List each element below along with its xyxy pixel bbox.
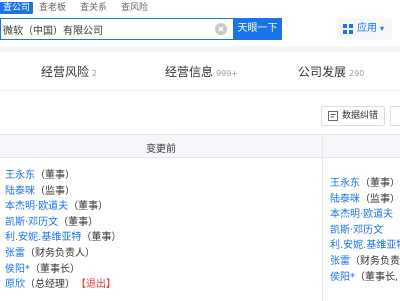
person-name[interactable]: 侯阳*: [5, 264, 30, 275]
person-role: （董事）: [35, 170, 75, 181]
table-header: 变更前: [0, 135, 400, 158]
header-before: 变更前: [146, 144, 176, 155]
apps-label: 应用: [357, 23, 377, 34]
clear-icon[interactable]: [215, 23, 227, 35]
person-role: （总经理）: [25, 279, 75, 291]
column-divider: [322, 135, 323, 301]
grid-icon: [343, 24, 353, 34]
chevron-down-icon: ▾: [380, 24, 385, 33]
person-role: （董事）: [81, 232, 122, 244]
person-role: （财务负责人）: [25, 247, 95, 259]
search-box: [0, 18, 233, 40]
person-role: （董事长,: [355, 271, 399, 283]
tab-count: 2: [92, 69, 98, 78]
person-role: （财务负责: [350, 255, 400, 267]
search-input[interactable]: [1, 19, 203, 40]
search-bar: 天眼一下 应用 ▾: [0, 16, 400, 42]
tab-count: 999+: [216, 69, 238, 78]
person-name[interactable]: 凯斯·邓历文: [5, 217, 58, 228]
person-name[interactable]: 凯斯·邓历文: [330, 225, 383, 236]
tab-risk[interactable]: 查风险: [121, 3, 148, 13]
tab-count: 290: [349, 69, 365, 78]
person-role: （董事）: [68, 201, 109, 213]
list-item: 张雷（财务负责人）: [5, 246, 121, 262]
after-column: 王永东（董事） 陆泰咪（监事） 本杰明·欧道夫 凯斯·邓历文 利.安妮.基维亚特…: [330, 176, 400, 285]
search-button[interactable]: 天眼一下: [233, 18, 282, 40]
list-item: 王永东（董事）: [5, 168, 121, 184]
list-item: 利.安妮.基维亚特: [330, 238, 400, 254]
person-role: （监事）: [360, 193, 400, 205]
report-icon: [328, 111, 338, 121]
report-error-label: 数据纠错: [342, 111, 379, 121]
toolbar: 数据纠错: [0, 92, 400, 130]
list-item: 侯阳*（董事长,: [330, 270, 400, 286]
list-item: 侯阳*（董事长）: [5, 262, 121, 278]
person-name[interactable]: 陆泰咪: [5, 186, 35, 197]
tab-boss[interactable]: 查老板: [39, 3, 66, 13]
list-item: 凯斯·邓历文: [330, 223, 400, 239]
person-role: （董事）: [360, 178, 400, 189]
section-tabs: 经营风险 2 经营信息 999+ 公司发展 290: [0, 52, 400, 91]
person-name[interactable]: 王永东: [5, 170, 35, 181]
person-name[interactable]: 本杰明·欧道夫: [330, 209, 393, 220]
list-item: 王永东（董事）: [330, 176, 400, 192]
person-name[interactable]: 张雷: [330, 256, 350, 267]
person-name[interactable]: 侯阳*: [330, 272, 355, 283]
change-table: 变更前 王永东（董事） 陆泰咪（监事） 本杰明·欧道夫（董事） 凯斯·邓历文（董…: [0, 134, 400, 301]
list-item: 利.安妮.基维亚特（董事）: [5, 230, 121, 246]
tab-relation[interactable]: 查关系: [80, 3, 107, 13]
partial-button[interactable]: [390, 106, 400, 126]
person-name[interactable]: 张雷: [5, 248, 25, 259]
top-nav: 查公司 查老板 查关系 查风险: [0, 0, 400, 16]
list-item: 凯斯·邓历文（董事）: [5, 215, 121, 231]
person-role: （董事）: [58, 216, 99, 228]
tab-label: 经营风险: [41, 65, 90, 79]
tab-label: 公司发展: [298, 65, 347, 79]
person-role: （董事长）: [30, 263, 80, 275]
tab-business-risk[interactable]: 经营风险 2: [41, 63, 97, 80]
person-name[interactable]: 王永东: [330, 178, 360, 189]
tab-company-development[interactable]: 公司发展 290: [298, 63, 364, 80]
list-item: 陆泰咪（监事）: [330, 192, 400, 208]
person-name[interactable]: 原欣: [5, 279, 25, 290]
person-name[interactable]: 利.安妮.基维亚特: [5, 232, 81, 243]
list-item: 张雷（财务负责: [330, 254, 400, 270]
person-name[interactable]: 本杰明·欧道夫: [5, 201, 68, 212]
tab-company[interactable]: 查公司: [0, 2, 34, 14]
tab-label: 经营信息: [165, 65, 214, 79]
list-item: 原欣（总经理） 【退出】: [5, 277, 121, 293]
before-column: 王永东（董事） 陆泰咪（监事） 本杰明·欧道夫（董事） 凯斯·邓历文（董事） 利…: [5, 168, 121, 293]
person-role: （监事）: [35, 185, 75, 197]
list-item: 陆泰咪（监事）: [5, 184, 121, 200]
list-item: 本杰明·欧道夫（董事）: [5, 199, 121, 215]
person-name[interactable]: 陆泰咪: [330, 194, 360, 205]
report-error-button[interactable]: 数据纠错: [321, 106, 385, 126]
person-name[interactable]: 利.安妮.基维亚特: [330, 240, 400, 251]
apps-button[interactable]: 应用 ▾: [337, 18, 392, 40]
exit-badge: 【退出】: [81, 279, 116, 291]
list-item: 本杰明·欧道夫: [330, 207, 400, 223]
tab-business-info[interactable]: 经营信息 999+: [165, 63, 238, 80]
